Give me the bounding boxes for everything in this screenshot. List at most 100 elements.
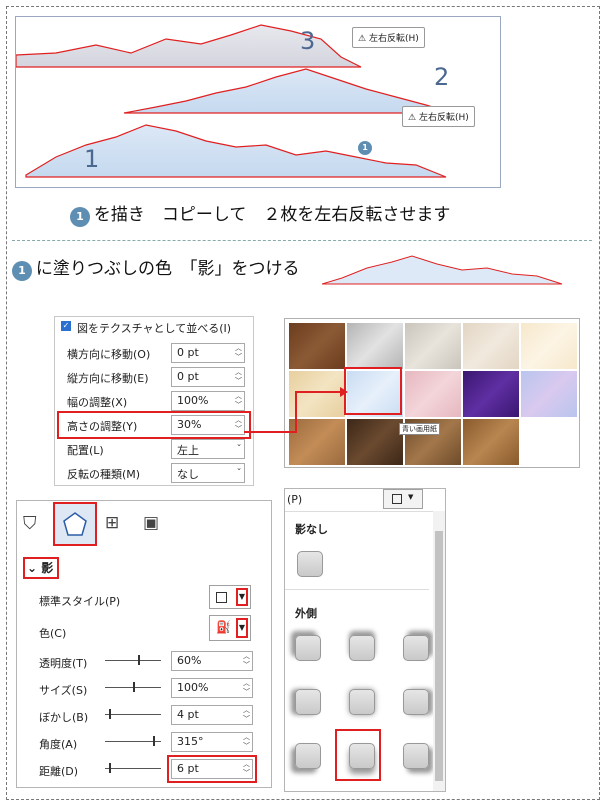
paint-bucket-icon: ⛽ — [216, 620, 231, 634]
flip-button-b[interactable]: ⚠ 左右反転(H) — [402, 106, 475, 127]
row-spinner[interactable]: 0 pt ︿ ﹀ — [171, 367, 245, 387]
texture-swatch[interactable] — [463, 419, 519, 465]
section-divider — [12, 240, 592, 241]
chevron-down-icon: ▼ — [236, 618, 248, 638]
gallery-scrollbar[interactable] — [433, 511, 445, 791]
row-slider[interactable] — [105, 660, 161, 661]
slider-thumb[interactable] — [133, 682, 135, 692]
row-slider[interactable] — [105, 768, 161, 769]
shadow-preset-button[interactable] — [403, 743, 429, 769]
gallery-preset-dropdown[interactable]: ▼ — [383, 489, 423, 509]
spin-arrows-icon: ︿ ﹀ — [235, 368, 242, 385]
shadow-preset-button[interactable] — [403, 635, 429, 661]
shadow-preset-button[interactable] — [403, 689, 429, 715]
texture-row: 反転の種類(M) なし ⌄ — [55, 461, 253, 485]
row-label: 透明度(T) — [39, 657, 88, 670]
shadow-preset-button[interactable] — [295, 743, 321, 769]
selected-shadow-frame — [335, 729, 381, 781]
chevron-down-icon: ⌄ — [236, 440, 242, 448]
slider-thumb[interactable] — [109, 709, 111, 719]
shadow-section-header[interactable]: ⌄ 影 — [23, 557, 59, 579]
shadow-preset-button[interactable] — [349, 689, 375, 715]
row-label: 反転の種類(M) — [67, 468, 141, 481]
gallery-top-label: (P) — [287, 493, 303, 506]
texture-swatch[interactable] — [405, 371, 461, 417]
row-label: 幅の調整(X) — [67, 396, 128, 409]
texture-tooltip: 青い画用紙 — [399, 423, 440, 435]
row-spinner[interactable]: 4 pt ︿ ﹀ — [171, 705, 253, 725]
mini-mountain — [322, 255, 563, 285]
texture-swatch[interactable] — [521, 323, 577, 369]
row-dropdown[interactable]: 左上 ⌄ — [171, 439, 245, 459]
caption-badge: 1 — [12, 260, 32, 281]
row-label: サイズ(S) — [39, 684, 88, 697]
preset-dropdown[interactable]: ▼ — [209, 585, 251, 609]
shadow-preset-gallery: (P) ▼ 影なし 外側 — [284, 488, 446, 792]
shadow-preset-button[interactable] — [349, 635, 375, 661]
highlight-distance — [167, 755, 257, 783]
slider-thumb[interactable] — [153, 736, 155, 746]
texture-swatch[interactable] — [463, 323, 519, 369]
texture-settings-panel: ✓ 図をテクスチャとして並べる(I) 横方向に移動(O) 0 pt ︿ ﹀ 縦方向に移… — [54, 316, 254, 486]
chevron-down-icon: ▼ — [236, 588, 248, 606]
texture-swatch[interactable] — [405, 323, 461, 369]
picture-icon[interactable]: ▣ — [143, 513, 159, 533]
spin-arrows-icon: ︿ ﹀ — [235, 344, 242, 361]
caption-step1: 1 を描き コピーして ２枚を左右反転させます — [70, 200, 450, 227]
row-spinner[interactable]: 100% ︿ ﹀ — [171, 391, 245, 411]
texture-swatch[interactable] — [347, 323, 403, 369]
texture-row: 縦方向に移動(E) 0 pt ︿ ﹀ — [55, 365, 253, 389]
slider-thumb[interactable] — [138, 655, 140, 665]
shadow-row: サイズ(S) 100% ︿ ﹀ — [17, 676, 271, 700]
row-label: 配置(L) — [67, 444, 104, 457]
color-dropdown[interactable]: ⛽ ▼ — [209, 615, 251, 641]
chevron-down-icon: ▼ — [408, 493, 414, 501]
preset-swatch — [216, 592, 227, 603]
chevron-down-icon: ⌄ — [236, 464, 242, 472]
row-spinner[interactable]: 0 pt ︿ ﹀ — [171, 343, 245, 363]
shadow-settings-panel: ⛉ ⊞ ▣ ⌄ 影 標準スタイル(P) ▼ 色(C) ⛽ ▼ 透明度(T) 60… — [16, 500, 272, 788]
spin-arrows-icon: ︿ ﹀ — [243, 652, 250, 669]
flip-icon: ⚠ — [408, 113, 419, 123]
texture-swatch[interactable] — [521, 371, 577, 417]
row-label: 距離(D) — [39, 765, 79, 778]
outer-label: 外側 — [295, 607, 317, 620]
texture-swatch[interactable] — [463, 371, 519, 417]
row-dropdown[interactable]: なし ⌄ — [171, 463, 245, 483]
caption-badge: 1 — [70, 206, 90, 227]
row-spinner[interactable]: 100% ︿ ﹀ — [171, 678, 253, 698]
spin-arrows-icon: ︿ ﹀ — [235, 392, 242, 409]
spin-arrows-icon: ︿ ﹀ — [243, 679, 250, 696]
effects-tab[interactable] — [53, 502, 97, 546]
mountain-illustration: 3 2 1 1 ⚠ 左右反転(H) ⚠ 左右反転(H) — [15, 16, 501, 188]
texture-row: 横方向に移動(O) 0 pt ︿ ﹀ — [55, 341, 253, 365]
spin-arrows-icon: ︿ ﹀ — [243, 706, 250, 723]
texture-row: 幅の調整(X) 100% ︿ ﹀ — [55, 389, 253, 413]
caption-text: を描き コピーして ２枚を左右反転させます — [93, 205, 451, 225]
shadow-preset-button[interactable] — [295, 689, 321, 715]
row-spinner[interactable]: 60% ︿ ﹀ — [171, 651, 253, 671]
number-1: 1 — [84, 145, 100, 173]
no-shadow-label: 影なし — [295, 523, 328, 536]
link-arrow — [244, 387, 348, 433]
size-icon[interactable]: ⊞ — [105, 513, 119, 533]
badge-1: 1 — [358, 141, 372, 155]
row-slider[interactable] — [105, 714, 161, 715]
flip-icon: ⚠ — [358, 34, 369, 44]
row-label: ぼかし(B) — [39, 711, 89, 724]
number-3: 3 — [300, 27, 316, 55]
fill-icon[interactable]: ⛉ — [23, 513, 37, 534]
shadow-none-button[interactable] — [297, 551, 323, 577]
tile-checkbox[interactable]: ✓ — [61, 321, 71, 331]
highlight-height — [57, 411, 251, 439]
flip-button-a[interactable]: ⚠ 左右反転(H) — [352, 27, 425, 48]
preset-label: 標準スタイル(P) — [39, 595, 121, 608]
pentagon-icon — [63, 512, 87, 536]
row-label: 縦方向に移動(E) — [67, 372, 149, 385]
number-2: 2 — [434, 63, 450, 91]
row-spinner[interactable]: 315° ︿ ﹀ — [171, 732, 253, 752]
slider-thumb[interactable] — [109, 763, 111, 773]
shadow-preset-button[interactable] — [295, 635, 321, 661]
shadow-row: 透明度(T) 60% ︿ ﹀ — [17, 649, 271, 673]
texture-swatch[interactable] — [289, 323, 345, 369]
